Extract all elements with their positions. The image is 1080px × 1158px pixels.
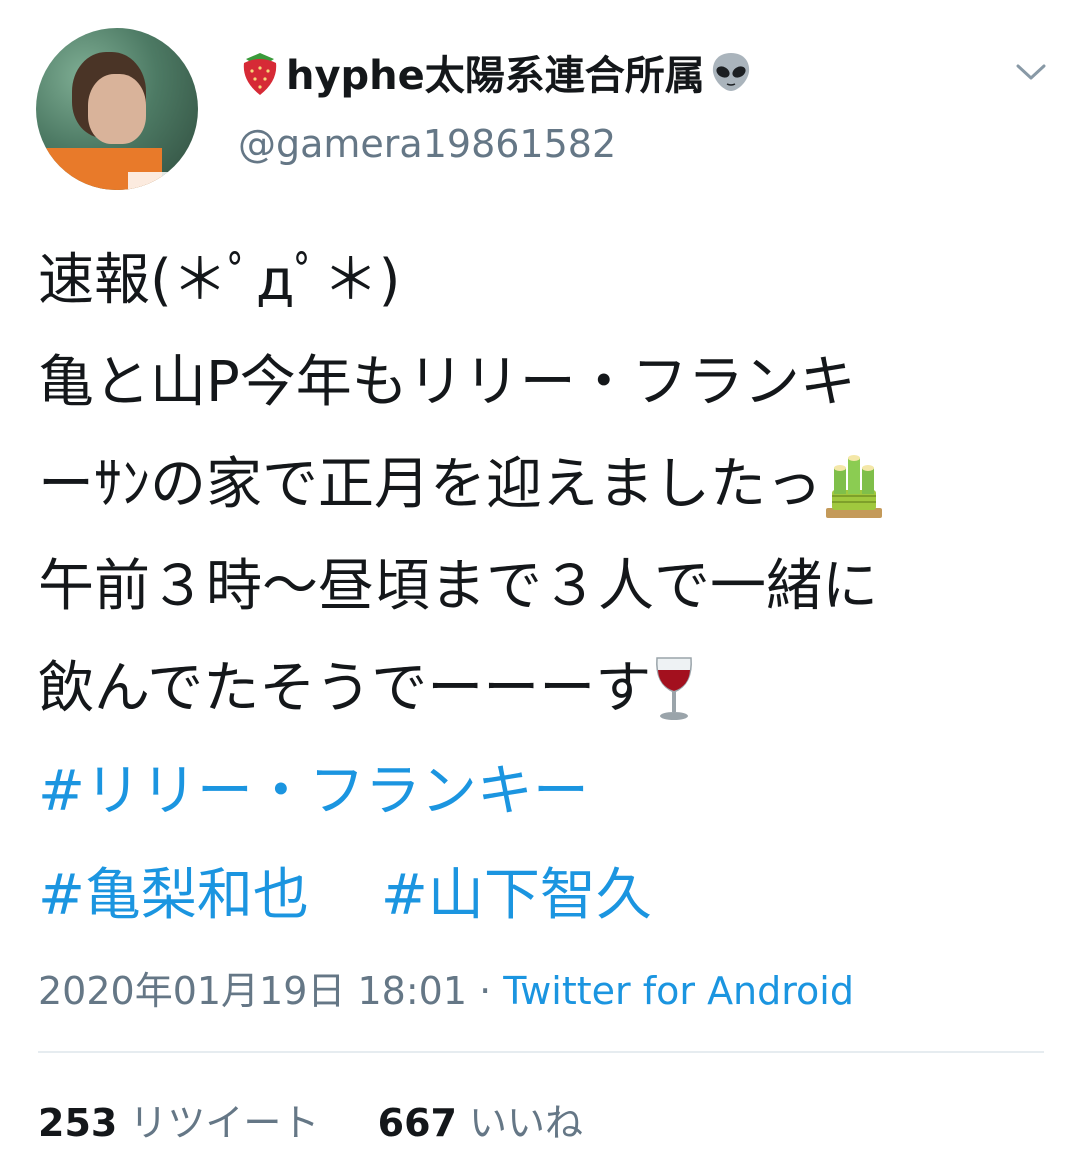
meta-separator: ·	[479, 969, 492, 1013]
hashtag-link[interactable]: #リリー・フランキー	[38, 759, 589, 824]
user-name-row[interactable]: hyphe太陽系連合所属	[238, 44, 753, 100]
tweet-stats: 253 リツイート 667 いいね	[38, 1092, 583, 1147]
hashtag-link[interactable]: #亀梨和也	[38, 863, 309, 928]
display-name[interactable]: hyphe太陽系連合所属	[286, 43, 705, 101]
wine-glass-icon	[651, 654, 697, 724]
strawberry-icon	[238, 47, 282, 97]
tweet-text: 速報(＊ﾟдﾟ＊) 亀と山P今年もリリー・フランキ ーｻﾝの家で正月を迎えました…	[38, 230, 1058, 740]
hashtag-link[interactable]: #山下智久	[381, 863, 652, 928]
hashtag-row: #リリー・フランキー	[38, 740, 652, 844]
tweet-line-text: 速報(＊ﾟдﾟ＊)	[38, 248, 401, 313]
retweet-label[interactable]: リツイート	[129, 1101, 319, 1145]
tweet-line-text: 亀と山P今年もリリー・フランキ	[38, 350, 856, 415]
tweet-line-text: 午前３時〜昼頃まで３人で一緒に	[38, 554, 878, 619]
alien-icon	[709, 50, 753, 94]
retweet-count[interactable]: 253	[38, 1101, 117, 1145]
tweet-meta: 2020年01月19日 18:01 · Twitter for Android	[38, 960, 854, 1015]
tweet-line: 亀と山P今年もリリー・フランキ	[38, 332, 1058, 434]
avatar-face	[88, 74, 146, 144]
tweet-card: hyphe太陽系連合所属 @gamera19861582 速報(＊ﾟдﾟ＊) 亀…	[0, 0, 1080, 1158]
timestamp[interactable]: 2020年01月19日 18:01	[38, 969, 467, 1013]
hashtag-row: #亀梨和也 #山下智久	[38, 844, 652, 948]
like-label[interactable]: いいね	[469, 1101, 583, 1145]
avatar-caption	[128, 172, 198, 190]
user-handle[interactable]: @gamera19861582	[238, 122, 616, 166]
hashtags: #リリー・フランキー #亀梨和也 #山下智久	[38, 740, 652, 948]
tweet-line: 飲んでたそうでーーーす	[38, 638, 1058, 740]
like-count[interactable]: 667	[378, 1101, 457, 1145]
tweet-line: 午前３時〜昼頃まで３人で一緒に	[38, 536, 1058, 638]
avatar[interactable]	[36, 28, 198, 190]
divider	[38, 1051, 1044, 1053]
kadomatsu-icon	[822, 450, 886, 520]
tweet-line: ーｻﾝの家で正月を迎えましたっ	[38, 434, 1058, 536]
tweet-line: 速報(＊ﾟдﾟ＊)	[38, 230, 1058, 332]
chevron-down-icon[interactable]	[1012, 60, 1050, 84]
tweet-line-text: ーｻﾝの家で正月を迎えましたっ	[38, 452, 822, 517]
tweet-line-text: 飲んでたそうでーーーす	[38, 656, 652, 721]
source-link[interactable]: Twitter for Android	[503, 969, 854, 1013]
